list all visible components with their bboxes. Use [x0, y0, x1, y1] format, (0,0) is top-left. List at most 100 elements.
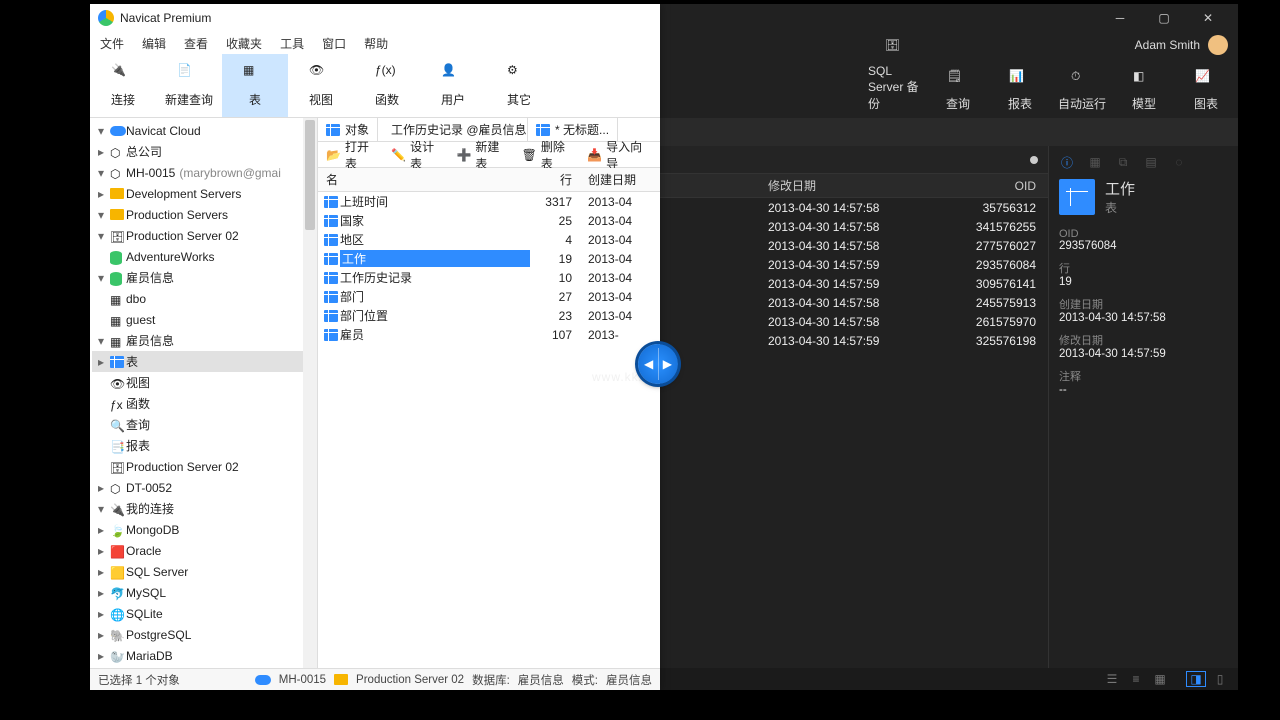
ddl-icon[interactable]: ▦	[1087, 154, 1103, 170]
table-row[interactable]: 地区42013-04	[318, 230, 660, 249]
col-modified[interactable]: 修改日期	[758, 174, 938, 197]
model-button[interactable]: ◧模型	[1116, 65, 1172, 118]
function-button[interactable]: ƒ(x)函数	[354, 54, 420, 117]
caret-icon[interactable]: ▸	[96, 145, 106, 159]
action-打开表[interactable]: 📂打开表	[326, 138, 379, 172]
caret-icon[interactable]: ▸	[96, 607, 106, 621]
menu-文件[interactable]: 文件	[100, 35, 124, 52]
avatar[interactable]	[1208, 35, 1228, 55]
action-删除表[interactable]: 🗑删除表	[522, 138, 576, 172]
caret-icon[interactable]: ▸	[96, 649, 106, 663]
connect-button[interactable]: 🔌连接	[90, 54, 156, 117]
table-row[interactable]: 工作历史记录102013-04	[318, 268, 660, 287]
tree-node[interactable]: ▸🐬MySQL	[92, 582, 315, 603]
caret-icon[interactable]: ▾	[96, 124, 106, 138]
tree-node[interactable]: 📑报表	[92, 435, 315, 456]
tree-node[interactable]: ▦dbo	[92, 288, 315, 309]
caret-icon[interactable]: ▾	[96, 229, 106, 243]
panel-toggle2-icon[interactable]: ▯	[1210, 671, 1230, 687]
caret-icon[interactable]: ▾	[96, 166, 106, 180]
connection-tree[interactable]: ▾Navicat Cloud▸⬡总公司▾⬡MH-0015 (marybrown@…	[90, 118, 318, 668]
tree-node[interactable]: 👁视图	[92, 372, 315, 393]
col-created[interactable]: 创建日期	[580, 168, 660, 191]
maximize-button[interactable]: ▢	[1142, 4, 1186, 32]
tree-node[interactable]: ▾雇员信息	[92, 267, 315, 288]
caret-icon[interactable]: ▾	[96, 271, 106, 285]
close-button[interactable]: ✕	[1186, 4, 1230, 32]
other-button[interactable]: ⚙其它	[486, 54, 552, 117]
view-detail-icon[interactable]: ≡	[1126, 671, 1146, 687]
user-button[interactable]: 👤用户	[420, 54, 486, 117]
tree-node[interactable]: ▸🍃MongoDB	[92, 519, 315, 540]
query-button[interactable]: 🗒查询	[930, 65, 986, 118]
tree-node[interactable]: ▾🗄Production Server 02	[92, 225, 315, 246]
minimize-button[interactable]: ─	[1098, 4, 1142, 32]
col-name[interactable]: 名	[318, 168, 530, 191]
table-button[interactable]: ▦表	[222, 54, 288, 117]
panel-toggle-icon[interactable]: ◨	[1186, 671, 1206, 687]
menu-查看[interactable]: 查看	[184, 35, 208, 52]
preview-icon[interactable]: ⧉	[1115, 154, 1131, 170]
autorun-button[interactable]: ⏱自动运行	[1054, 65, 1110, 118]
caret-icon[interactable]: ▸	[96, 544, 106, 558]
caret-icon[interactable]: ▾	[96, 502, 106, 516]
caret-icon[interactable]: ▸	[96, 355, 106, 369]
table-row[interactable]: 国家252013-04	[318, 211, 660, 230]
report-button[interactable]: 📊报表	[992, 65, 1048, 118]
action-新建表[interactable]: ➕新建表	[456, 138, 509, 172]
caret-icon[interactable]: ▸	[96, 565, 106, 579]
table-row[interactable]: 部门位置232013-04	[318, 306, 660, 325]
backup-button[interactable]: 🗄SQL Server 备份	[868, 34, 924, 118]
menu-工具[interactable]: 工具	[280, 35, 304, 52]
table-row[interactable]: 工作192013-04	[318, 249, 660, 268]
menu-帮助[interactable]: 帮助	[364, 35, 388, 52]
caret-icon[interactable]: ▸	[96, 481, 106, 495]
col-rows[interactable]: 行	[530, 168, 580, 191]
table-row[interactable]: 雇员1072013-	[318, 325, 660, 344]
action-导入向导[interactable]: 📥导入向导	[587, 138, 652, 172]
tree-node[interactable]: ▸⬡总公司	[92, 141, 315, 162]
comparison-slider-handle[interactable]: ◀ ▶	[638, 344, 678, 384]
refresh-icon[interactable]: ◌	[1171, 154, 1187, 170]
tree-node[interactable]: ▸🟥Oracle	[92, 540, 315, 561]
menu-编辑[interactable]: 编辑	[142, 35, 166, 52]
tree-node[interactable]: ▸Development Servers	[92, 183, 315, 204]
tree-node[interactable]: ▾⬡MH-0015 (marybrown@gmai	[92, 162, 315, 183]
grid-icon[interactable]: ▤	[1143, 154, 1159, 170]
action-设计表[interactable]: ✏️设计表	[391, 138, 444, 172]
view-list-icon[interactable]: ☰	[1102, 671, 1122, 687]
tree-node[interactable]: ▾▦雇员信息	[92, 330, 315, 351]
action-icon: ➕	[456, 148, 471, 162]
table-row[interactable]: 上班时间33172013-04	[318, 192, 660, 211]
tree-node[interactable]: ▦guest	[92, 309, 315, 330]
caret-icon[interactable]: ▸	[96, 187, 106, 201]
col-oid[interactable]: OID	[938, 174, 1048, 197]
tree-node[interactable]: ▾Production Servers	[92, 204, 315, 225]
menu-窗口[interactable]: 窗口	[322, 35, 346, 52]
tree-node[interactable]: ▾Navicat Cloud	[92, 120, 315, 141]
caret-icon[interactable]: ▸	[96, 586, 106, 600]
tree-node[interactable]: ▸⬡DT-0052	[92, 477, 315, 498]
tree-node[interactable]: AdventureWorks	[92, 246, 315, 267]
view-button[interactable]: 👁视图	[288, 54, 354, 117]
caret-icon[interactable]: ▸	[96, 523, 106, 537]
tree-node[interactable]: ▸🟨SQL Server	[92, 561, 315, 582]
tree-scrollbar[interactable]	[303, 118, 317, 668]
tree-node[interactable]: ▾🔌我的连接	[92, 498, 315, 519]
tree-node[interactable]: ▸表	[92, 351, 315, 372]
tree-node[interactable]: ▸🐘PostgreSQL	[92, 624, 315, 645]
info-icon[interactable]: ⓘ	[1059, 154, 1075, 170]
tree-node[interactable]: ▸🌐SQLite	[92, 603, 315, 624]
tree-node[interactable]: ▸🦭MariaDB	[92, 645, 315, 666]
table-row[interactable]: 部门272013-04	[318, 287, 660, 306]
tree-node[interactable]: 🗄Production Server 02	[92, 456, 315, 477]
caret-icon[interactable]: ▾	[96, 208, 106, 222]
tree-node[interactable]: 🔍查询	[92, 414, 315, 435]
chart-button[interactable]: 📈图表	[1178, 65, 1234, 118]
tree-node[interactable]: ƒx函数	[92, 393, 315, 414]
caret-icon[interactable]: ▸	[96, 628, 106, 642]
view-grid-icon[interactable]: ▦	[1150, 671, 1170, 687]
caret-icon[interactable]: ▾	[96, 334, 106, 348]
new-query-button[interactable]: 📄新建查询	[156, 54, 222, 117]
menu-收藏夹[interactable]: 收藏夹	[226, 35, 262, 52]
